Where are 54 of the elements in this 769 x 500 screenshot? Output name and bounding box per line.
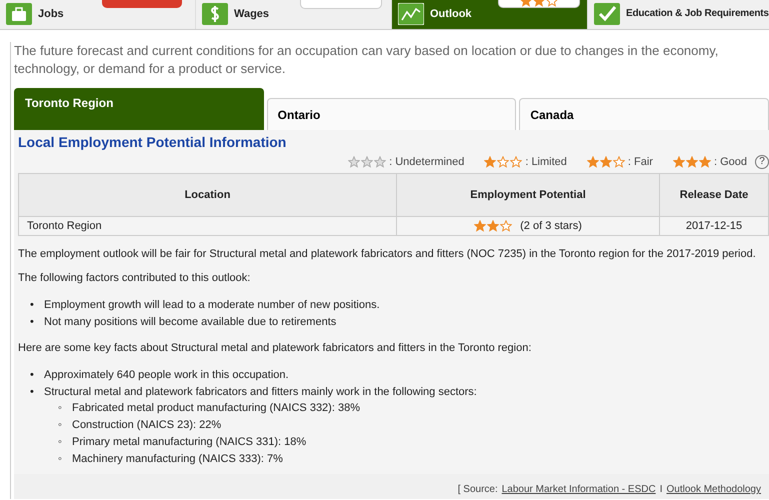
table-cell: (2 of 3 stars): [396, 216, 660, 236]
dollar-icon: [202, 2, 228, 24]
legend-label: : Fair: [628, 156, 653, 168]
paragraph: The following factors contributed to this outlook:: [18, 272, 252, 284]
source-link[interactable]: Labour Market Information - ESDC: [502, 484, 656, 496]
filled-star-icon: [600, 156, 612, 168]
table-cell: 2017-12-15: [660, 216, 768, 236]
list-item: Primary metal manufacturing (NAICS 331): 18%: [72, 435, 306, 450]
bullet: •: [30, 384, 35, 400]
region-tab[interactable]: Ontario: [266, 98, 516, 130]
intro-text: The future forecast and current conditions for an occupation can vary based on location or due to changes in the economy, technology, or demand for a product or service.: [14, 42, 720, 78]
list-item: Not many positions will become available due to retirements: [44, 314, 336, 330]
legend-label: : Good: [714, 156, 747, 168]
filled-star-icon: [487, 220, 500, 232]
paragraph: Here are some key facts about Structural metal and platework fabricators and fitters in the Toronto region:: [18, 342, 532, 354]
source-link[interactable]: Outlook Methodology: [666, 484, 761, 496]
bullet: ◦: [58, 418, 63, 434]
chart-icon: [398, 2, 424, 24]
column-header: Release Date: [660, 174, 768, 216]
filled-star-icon: [698, 156, 711, 168]
table-cell: Toronto Region: [18, 216, 396, 236]
list-item: Employment growth will lead to a moderate number of new positions.: [44, 298, 380, 313]
region-tab[interactable]: Canada: [519, 98, 769, 130]
nav-tab[interactable]: Jobs: [0, 0, 196, 29]
nav-tab[interactable]: Wages: [196, 0, 392, 29]
filled-star-icon: [586, 156, 599, 168]
legend-label: : Undetermined: [389, 156, 464, 168]
bullet: ◦: [58, 452, 63, 468]
separator: I: [660, 484, 662, 496]
outlook-text: The employment outlook will be fair for Structural metal and platework fabricators and fitters (NOC 7235) in the Toronto region for the 2017-2019 period.: [18, 248, 757, 260]
bullet: ◦: [58, 435, 63, 450]
filled-star-icon: [686, 156, 698, 168]
nav-tab[interactable]: Education & Job Requirements: [588, 0, 769, 29]
legend-label: : Limited: [525, 156, 567, 168]
bullet: •: [30, 314, 35, 330]
filled-star-icon: [672, 156, 685, 168]
bullet: •: [30, 298, 35, 313]
list-item: Machinery manufacturing (NAICS 333): 7%: [72, 452, 283, 468]
filled-star-icon: [474, 220, 486, 232]
briefcase-icon: [6, 2, 32, 24]
list-item: Approximately 640 people work in this occupation.: [44, 368, 289, 383]
list-item: Fabricated metal product manufacturing (NAICS 332): 38%: [72, 401, 360, 416]
bullet: ◦: [58, 401, 63, 416]
filled-star-icon: [484, 156, 496, 168]
source-label: [ Source:: [458, 484, 498, 496]
section-heading: Local Employment Potential Information: [18, 134, 288, 150]
column-header: Employment Potential: [396, 174, 660, 216]
list-item: Structural metal and platework fabricators and fitters mainly work in the following sectors:: [44, 384, 477, 400]
list-item: Construction (NAICS 23): 22%: [72, 418, 222, 434]
help-icon[interactable]: ?: [755, 155, 769, 169]
region-tab[interactable]: Toronto Region: [14, 88, 264, 130]
checkmark-icon: [594, 2, 620, 24]
bullet: •: [30, 368, 35, 383]
column-header: Location: [18, 174, 396, 216]
